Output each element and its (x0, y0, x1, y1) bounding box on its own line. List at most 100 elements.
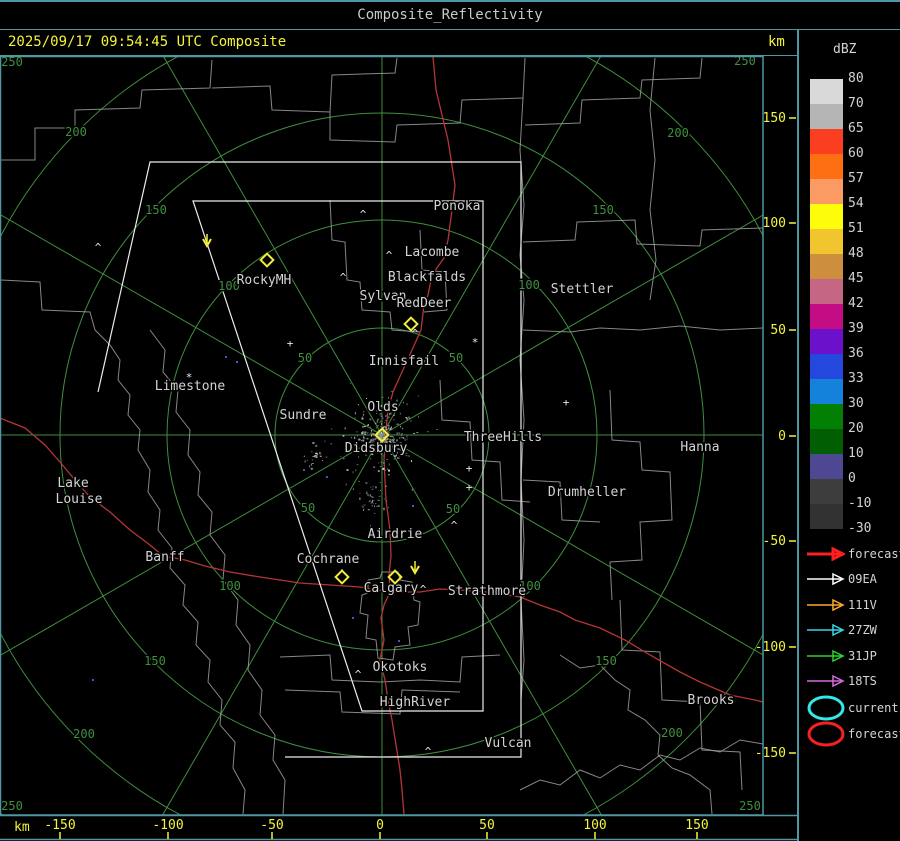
clutter-echo (374, 431, 376, 433)
color-swatch (810, 304, 843, 329)
clutter-echo (378, 495, 381, 497)
clutter-echo (408, 416, 411, 419)
clutter-echo (319, 455, 322, 457)
clutter-echo (379, 481, 381, 483)
clutter-echo (383, 507, 385, 510)
clutter-echo (358, 456, 360, 458)
clutter-echo (381, 431, 382, 434)
clutter-echo (386, 467, 388, 470)
clutter-echo (403, 437, 405, 439)
clutter-echo (393, 414, 395, 416)
clutter-echo (380, 420, 382, 422)
clutter-echo (355, 469, 357, 472)
boundary-line (94, 329, 246, 815)
color-swatch (810, 329, 843, 354)
clutter-echo (392, 436, 394, 438)
city-label: Olds (367, 400, 398, 415)
clutter-echo (365, 482, 368, 484)
clutter-echo (351, 437, 353, 439)
boundary-line (519, 739, 763, 791)
clutter-echo (371, 505, 373, 507)
clutter-echo (324, 440, 326, 442)
scale-value-label: 36 (848, 346, 864, 361)
clutter-echo (413, 432, 416, 434)
scale-value-label: 70 (848, 96, 864, 111)
bottom-axis-tick-label: -50 (260, 818, 283, 833)
city-label: HighRiver (380, 695, 451, 710)
clutter-echo (340, 456, 342, 458)
scale-value-label: -10 (848, 496, 872, 511)
clutter-echo (354, 417, 356, 419)
station-marker: ^ (425, 745, 432, 758)
clutter-echo (394, 458, 396, 460)
clutter-echo (371, 500, 373, 503)
clutter-echo (375, 427, 377, 429)
highway-line (383, 57, 456, 593)
clutter-echo (398, 457, 400, 459)
clutter-echo (418, 415, 420, 418)
legend-ellipse-label: forecast (848, 726, 900, 741)
boundary-line (522, 219, 763, 247)
clutter-echo (361, 417, 364, 420)
scale-value-label: 0 (848, 471, 856, 486)
clutter-echo (401, 433, 403, 435)
clutter-echo (314, 455, 315, 458)
clutter-echo (380, 490, 381, 491)
clutter-echo (314, 455, 317, 457)
right-axis-tick-label: -150 (755, 746, 786, 761)
city-label: RockyMH (237, 273, 292, 288)
scale-value-label: 10 (848, 446, 864, 461)
ring-distance-label: 100 (518, 278, 540, 292)
forecast-ellipse (807, 721, 845, 746)
clutter-echo (384, 426, 386, 428)
clutter-echo (330, 443, 333, 445)
clutter-echo (310, 463, 312, 466)
clutter-echo (359, 497, 361, 500)
09EA-track-arrow (807, 573, 845, 586)
clutter-echo (383, 422, 385, 424)
clutter-echo (382, 396, 384, 398)
clutter-echo (371, 495, 372, 497)
clutter-echo (386, 439, 389, 441)
clutter-echo (385, 415, 387, 417)
clutter-echo (311, 451, 313, 453)
right-axis-tick-label: -50 (763, 534, 786, 549)
clutter-echo (362, 432, 365, 434)
clutter-echo (315, 444, 318, 447)
clutter-echo (388, 469, 390, 472)
highway-line (390, 588, 763, 703)
clutter-echo (410, 460, 412, 463)
clutter-echo (370, 432, 373, 435)
clutter-echo (369, 426, 371, 428)
radar-viewer-window: { "title_bar": { "title": "Composite_Ref… (0, 0, 900, 841)
clutter-echo (400, 435, 402, 437)
clutter-echo (378, 462, 380, 464)
scale-value-label: 51 (848, 221, 864, 236)
clutter-echo (325, 456, 328, 458)
clutter-echo (386, 415, 388, 417)
clutter-echo (409, 420, 412, 422)
bottom-axis-tick-label: 50 (479, 818, 495, 833)
clutter-echo (319, 453, 322, 455)
color-swatch (810, 129, 843, 154)
clutter-echo (312, 442, 315, 444)
dbz-unit-label: dBZ (833, 42, 857, 57)
clutter-echo (385, 485, 387, 487)
ring-distance-label: 250 (739, 799, 761, 813)
clutter-echo (382, 434, 384, 436)
color-swatch (810, 454, 843, 479)
city-label: Louise (56, 492, 103, 507)
clutter-echo (372, 503, 374, 505)
clutter-echo (363, 436, 365, 439)
clutter-echo (378, 418, 380, 420)
clutter-echo (373, 505, 375, 507)
clutter-echo (311, 459, 313, 461)
clutter-echo (379, 422, 381, 423)
legend-track-label: 27ZW (848, 623, 877, 638)
clutter-echo (373, 500, 375, 502)
clutter-echo (380, 426, 382, 428)
clutter-echo (389, 435, 391, 437)
weak-echo (236, 361, 238, 363)
legend-track-label: 18TS (848, 674, 877, 688)
clutter-echo (363, 431, 365, 433)
